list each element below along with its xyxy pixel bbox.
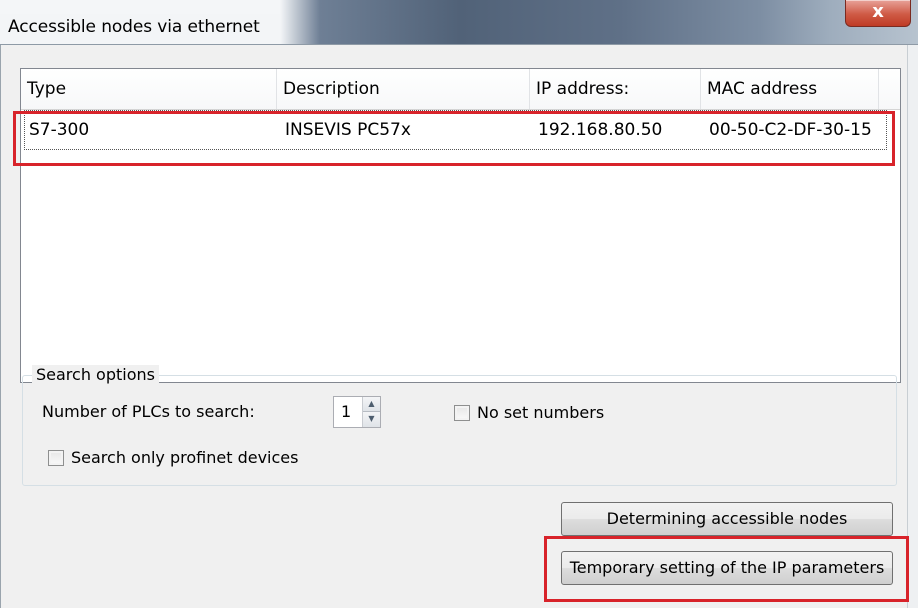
dialog-right-border [907, 45, 918, 608]
table-row[interactable]: S7-300 INSEVIS PC57x 192.168.80.50 00-50… [24, 110, 887, 150]
nodes-list[interactable]: Type Description IP address: MAC address… [20, 68, 901, 383]
column-header-mac-address[interactable]: MAC address [701, 69, 879, 109]
close-icon: x [872, 1, 884, 22]
dialog-body: Type Description IP address: MAC address… [0, 45, 918, 608]
cell-type: S7-300 [29, 120, 90, 140]
cell-ip-address: 192.168.80.50 [538, 120, 663, 140]
search-options-group [22, 375, 897, 486]
determine-nodes-button[interactable]: Determining accessible nodes [561, 502, 893, 536]
no-set-numbers-checkbox[interactable] [454, 405, 470, 421]
arrow-down-icon[interactable]: ▼ [363, 412, 380, 427]
list-header: Type Description IP address: MAC address [21, 69, 900, 110]
no-set-numbers-label[interactable]: No set numbers [477, 403, 604, 422]
plc-count-value: 1 [341, 402, 352, 421]
window-title: Accessible nodes via ethernet [8, 17, 260, 37]
plc-count-spinner[interactable]: 1 ▲ ▼ [333, 396, 381, 428]
plc-count-label: Number of PLCs to search: [42, 402, 255, 421]
arrow-up-icon[interactable]: ▲ [363, 397, 380, 412]
dialog-left-border [0, 45, 1, 608]
column-header-description[interactable]: Description [277, 69, 530, 109]
column-header-ip-address[interactable]: IP address: [530, 69, 701, 109]
search-options-legend: Search options [32, 365, 159, 384]
temporary-ip-settings-button[interactable]: Temporary setting of the IP parameters [561, 551, 893, 585]
cell-description: INSEVIS PC57x [285, 120, 411, 140]
spinner-buttons: ▲ ▼ [362, 397, 380, 427]
close-button[interactable]: x [845, 0, 911, 27]
profinet-only-label[interactable]: Search only profinet devices [71, 448, 298, 467]
cell-mac-address: 00-50-C2-DF-30-15 [709, 120, 872, 140]
column-header-type[interactable]: Type [21, 69, 277, 109]
title-bar: Accessible nodes via ethernet x [0, 0, 918, 45]
profinet-only-checkbox[interactable] [48, 450, 64, 466]
